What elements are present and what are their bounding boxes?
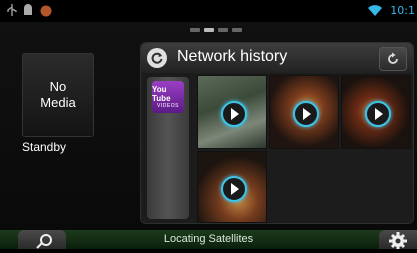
- youtube-videos-icon[interactable]: You Tube VIDEOS: [152, 81, 184, 113]
- network-history-widget: Network history You Tube VIDEOS: [140, 42, 414, 224]
- video-thumb-3[interactable]: [341, 75, 411, 149]
- usb-icon: [7, 4, 17, 16]
- play-icon: [293, 101, 319, 127]
- clock: 10:1: [390, 4, 415, 17]
- search-button[interactable]: [18, 230, 66, 249]
- youtube-icon-text: You Tube: [152, 85, 171, 103]
- page-dot: [218, 28, 228, 32]
- play-icon: [221, 176, 247, 202]
- page-indicator: [190, 28, 242, 34]
- widget-header: Network history: [141, 43, 413, 73]
- android-debug-icon: [24, 4, 32, 15]
- youtube-icon-subtext: VIDEOS: [157, 103, 179, 109]
- source-status-label: Standby: [22, 140, 67, 154]
- widget-title: Network history: [177, 48, 288, 65]
- video-thumb-4[interactable]: [197, 151, 267, 223]
- wifi-icon: [368, 5, 382, 16]
- video-thumb-1[interactable]: [197, 75, 267, 149]
- settings-button[interactable]: [379, 230, 417, 250]
- refresh-button[interactable]: [379, 47, 407, 71]
- gear-icon: [389, 232, 407, 250]
- page-dot-active: [204, 28, 214, 32]
- refresh-icon: [388, 52, 398, 64]
- page-dot: [190, 28, 200, 32]
- page-dot: [232, 28, 242, 32]
- sync-icon[interactable]: [147, 48, 167, 68]
- play-icon: [365, 101, 391, 127]
- media-tile-line1: No: [49, 79, 67, 94]
- media-source-tile[interactable]: No Media: [22, 53, 94, 137]
- notification-badge-icon: [40, 5, 52, 17]
- search-icon: [36, 234, 52, 249]
- media-tile-line2: Media: [40, 95, 76, 110]
- video-thumb-2[interactable]: [269, 75, 339, 149]
- play-icon: [221, 101, 247, 127]
- status-bar: 10:1: [0, 0, 417, 22]
- source-strip: You Tube VIDEOS: [147, 77, 189, 219]
